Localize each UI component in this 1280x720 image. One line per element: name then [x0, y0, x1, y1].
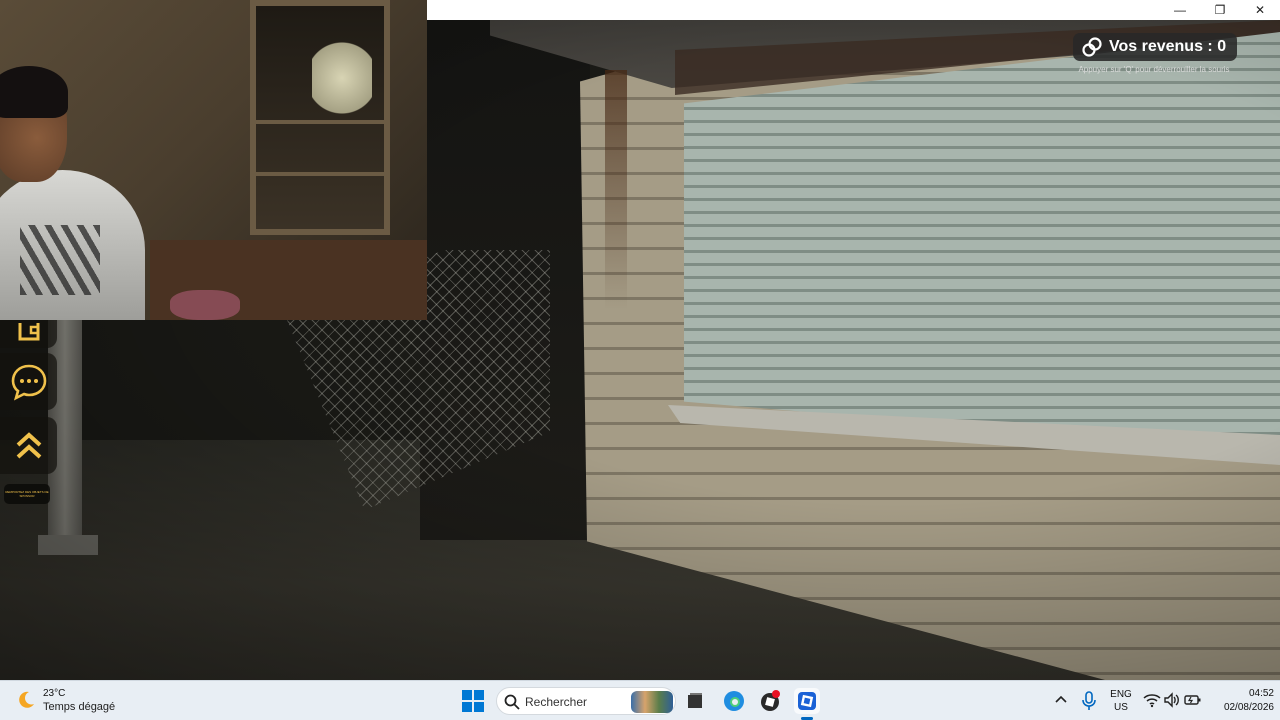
person-hair: [0, 66, 68, 118]
webcam-overlay: [0, 0, 427, 320]
search-highlight-image: [631, 691, 673, 713]
link-chain-icon: [1082, 37, 1102, 57]
post-base: [38, 535, 98, 555]
scroll-up-button[interactable]: [0, 417, 57, 474]
chevron-up-icon[interactable]: [1053, 692, 1069, 708]
shelf-board: [256, 172, 384, 176]
edge-browser-icon: [724, 691, 744, 711]
edge-button[interactable]: [721, 688, 747, 714]
task-view-button[interactable]: [682, 688, 708, 714]
earnings-label: Vos revenus : 0: [1109, 38, 1227, 55]
start-button[interactable]: [460, 688, 486, 714]
weather-temperature: 23°C: [43, 688, 66, 699]
wallet-button[interactable]: [0, 320, 57, 348]
wall-stain: [605, 70, 627, 310]
roblox-icon: [798, 692, 816, 710]
double-chevron-up-icon: [16, 431, 41, 458]
minimize-button[interactable]: —: [1160, 0, 1200, 20]
search-icon: [504, 694, 520, 710]
search-placeholder: Rechercher: [525, 695, 588, 709]
input-language[interactable]: ENG US: [1106, 688, 1136, 714]
wifi-icon[interactable]: [1143, 692, 1161, 708]
moon-icon: [19, 691, 34, 708]
weather-condition: Temps dégagé: [43, 701, 116, 713]
weather-widget[interactable]: 23°C Temps dégagé: [14, 687, 144, 715]
close-button[interactable]: ✕: [1240, 0, 1280, 20]
microphone-icon[interactable]: [1081, 691, 1097, 711]
shelf-board: [256, 120, 384, 124]
jersey-print: [20, 225, 100, 295]
taskbar-search[interactable]: Rechercher: [496, 687, 676, 715]
keyboard-layout: US: [1114, 702, 1128, 713]
battery-icon[interactable]: [1184, 692, 1202, 708]
roblox-player-button[interactable]: [757, 688, 783, 714]
volume-icon[interactable]: [1163, 692, 1181, 708]
language-code: ENG: [1110, 689, 1132, 700]
rolling-shutter: [684, 32, 1280, 452]
mouse-unlock-hint: Appuyer sur 'Q' pour déverrouiller la so…: [1078, 65, 1230, 74]
pink-object: [170, 290, 240, 320]
restore-button[interactable]: ❐: [1200, 0, 1240, 20]
earnings-display: Vos revenus : 0: [1073, 33, 1237, 61]
screen: — ❐ ✕ REMPORTEZ DES OBJETS DE SPONSOR Vo…: [0, 0, 1280, 720]
chat-button[interactable]: [0, 353, 57, 410]
roblox-player-icon: [761, 690, 780, 711]
roblox-studio-button[interactable]: [794, 688, 820, 720]
task-view-icon: [688, 693, 702, 708]
cloth: [312, 38, 372, 118]
window-titlebar: — ❐ ✕: [427, 0, 1280, 20]
windows-taskbar: 23°C Temps dégagé Rechercher ENG US 04:5…: [0, 680, 1280, 720]
sponsor-badge[interactable]: REMPORTEZ DES OBJETS DE SPONSOR: [4, 484, 50, 504]
clock-time: 04:52: [1248, 688, 1274, 699]
chat-bubble-icon: [11, 364, 46, 400]
wallet-icon: [18, 323, 39, 341]
clock-date: 02/08/2026: [1223, 702, 1274, 713]
windows-logo-icon: [462, 690, 484, 712]
system-clock[interactable]: 04:52 02/08/2026: [1206, 687, 1274, 715]
